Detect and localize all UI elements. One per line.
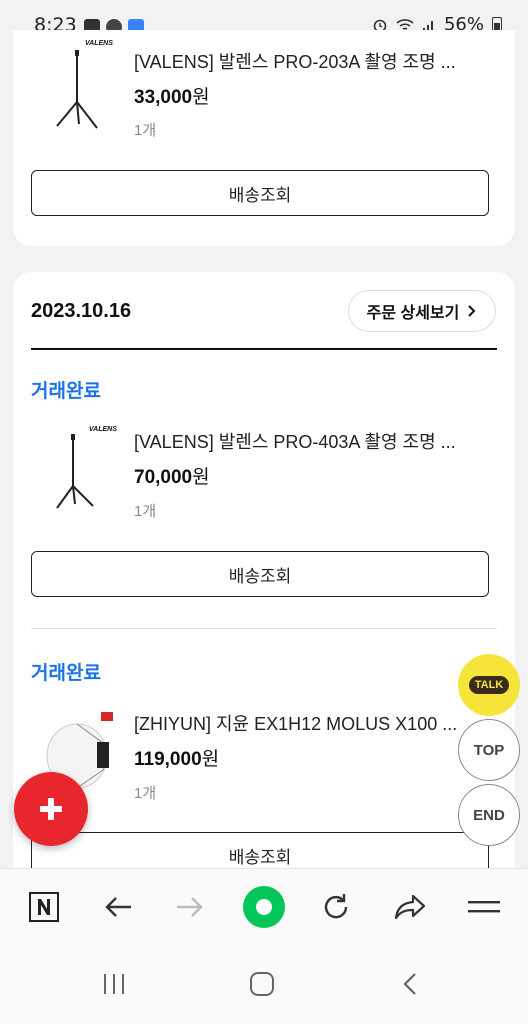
add-fab-button[interactable]: [14, 772, 88, 846]
chevron-right-icon: [468, 305, 476, 317]
refresh-icon[interactable]: [312, 883, 360, 931]
order-detail-label: 주문 상세보기: [366, 305, 460, 322]
recent-apps-icon[interactable]: [94, 964, 134, 1004]
order-card-previous: VALENS [VALENS] 발렌스 PRO-203A 촬영 조명 ... 3…: [13, 30, 515, 246]
price-value: 119,000: [134, 749, 202, 770]
forward-arrow-icon[interactable]: [166, 883, 214, 931]
product-quantity: 1개: [134, 785, 157, 802]
order-status: 거래완료: [31, 663, 101, 684]
currency-unit: 원: [192, 87, 210, 108]
product-thumbnail[interactable]: VALENS: [49, 40, 139, 130]
browser-toolbar: [0, 868, 528, 945]
product-quantity: 1개: [134, 503, 157, 520]
naver-n-icon[interactable]: [20, 883, 68, 931]
product-quantity: 1개: [134, 122, 157, 139]
order-card: 2023.10.16 주문 상세보기 거래완료 VALENS [VALENS] …: [13, 272, 515, 912]
menu-icon[interactable]: [460, 883, 508, 931]
header-divider: [31, 348, 497, 350]
order-detail-button[interactable]: 주문 상세보기: [348, 290, 496, 332]
back-arrow-icon[interactable]: [94, 883, 142, 931]
shipping-tracking-button[interactable]: 배송조회: [31, 170, 489, 216]
back-icon[interactable]: [390, 964, 430, 1004]
light-stand-image: [56, 50, 98, 129]
home-icon[interactable]: [242, 964, 282, 1004]
product-price: 33,000원: [134, 82, 210, 109]
product-name[interactable]: [VALENS] 발렌스 PRO-203A 촬영 조명 ...: [134, 48, 456, 74]
brand-logo: VALENS: [85, 40, 113, 47]
scroll-end-button[interactable]: END: [458, 784, 520, 846]
price-value: 70,000: [134, 467, 193, 488]
price-value: 33,000: [134, 87, 193, 108]
product-name[interactable]: [ZHIYUN] 지윤 EX1H12 MOLUS X100 ...: [134, 710, 457, 736]
product-name[interactable]: [VALENS] 발렌스 PRO-403A 촬영 조명 ...: [134, 428, 456, 454]
light-stand-image: [56, 434, 94, 509]
order-status: 거래완료: [31, 381, 101, 402]
product-price: 119,000원: [134, 744, 219, 771]
product-price: 70,000원: [134, 462, 210, 489]
home-green-icon[interactable]: [240, 883, 288, 931]
currency-unit: 원: [192, 467, 210, 488]
brand-logo: VALENS: [89, 426, 117, 433]
talk-label: TALK: [468, 676, 510, 694]
order-date: 2023.10.16: [31, 300, 132, 322]
scroll-top-button[interactable]: TOP: [458, 719, 520, 781]
share-icon[interactable]: [386, 883, 434, 931]
currency-unit: 원: [201, 749, 220, 770]
item-divider: [31, 628, 497, 629]
shipping-tracking-button[interactable]: 배송조회: [31, 551, 489, 597]
kakaotalk-button[interactable]: TALK: [458, 654, 520, 716]
system-nav-bar: [0, 944, 528, 1024]
plus-icon: [40, 798, 62, 820]
product-thumbnail[interactable]: VALENS: [49, 424, 139, 514]
